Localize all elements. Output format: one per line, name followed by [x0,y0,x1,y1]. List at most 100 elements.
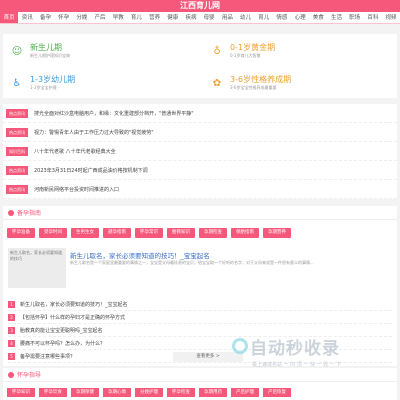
list-number: 4 [8,339,15,347]
news-tag: 热点资讯 [6,184,28,194]
list-number: 2 [8,313,15,321]
nav-item[interactable]: 母婴 [200,12,218,23]
watermark-logo-icon [232,338,248,354]
walker-icon: ♿ [12,77,22,89]
article-title[interactable]: 新生儿取名，家长必须要知道的技巧！_宝宝起名 [70,250,210,260]
category-chips: 怀孕知识 怀孕饮食 孕期保健 孕期心情 分娩护理 怀孕检查 孕期用药 产后护理 产后恢复 [3,382,397,397]
news-list: 热点资讯 搜光全面对红沙盒电脑用户，和缘：文化重建部分档开，"普通世界平静" 热点… [3,104,397,199]
category-chip[interactable]: 保胎指南 [231,228,259,238]
card-subtitle: 0-1岁育儿大智慧 [230,53,261,58]
section-icon [8,371,14,378]
nav-item[interactable]: 早教 [109,12,127,23]
category-chip[interactable]: 避孕指南 [103,228,131,238]
nav-item[interactable]: 百科 [364,12,382,23]
nav-item[interactable]: 育儿 [127,12,145,23]
category-chip[interactable]: 孕期用药 [199,388,227,397]
main-nav: 首页 资讯 备孕 怀孕 分娩 产后 早教 育儿 营养 健康 疾病 母婴 用品 幼儿 育儿 情感 心理 美食 生活 职场… [0,12,400,24]
section-pregnancy: 怀孕指导 怀孕知识 怀孕饮食 孕期保健 孕期心情 分娩护理 怀孕检查 孕期用药 产后护理 产后恢… [3,368,397,400]
nav-item[interactable]: 备孕 [36,12,54,23]
news-text[interactable]: 视力：警惕青年人由于工作压力过大导致的"视觉疲劳" [34,129,154,136]
list-item-text[interactable]: 腰痛不可以怀孕吗？怎么办，为什么？ [20,340,105,347]
category-chip[interactable]: 生男生女 [71,228,99,238]
featured-article[interactable]: 新生儿取名，家长必须要知道的技巧 新生儿取名，家长必须要知道的技巧！_宝宝起名 … [8,246,392,294]
baby-icon: ☺ [11,45,23,57]
news-text[interactable]: 八十年代老歌 八十年代老歌经典大全 [34,148,116,155]
nav-item[interactable]: 心理 [291,12,309,23]
nav-item[interactable]: 生活 [327,12,345,23]
news-text[interactable]: 搜光全面对红沙盒电脑用户，和缘：文化重建部分档开，"普通世界平静" [34,110,194,117]
section-header: 怀孕指导 [3,368,397,382]
nav-item[interactable]: 分娩 [73,12,91,23]
list-item[interactable]: 2 【包括怀孕】什么样的孕妇才是正确的怀孕方式 [8,311,392,324]
category-chip[interactable]: 怀孕知识 [7,388,35,397]
list-number: 1 [8,300,15,308]
nav-item[interactable]: 资讯 [18,12,36,23]
news-row[interactable]: 热点资讯 搜光全面对红沙盒电脑用户，和缘：文化重建部分档开，"普通世界平静" [3,104,397,123]
list-item-text[interactable]: 【包括怀孕】什么样的孕妇才是正确的怀孕方式 [20,314,125,321]
article-thumbnail[interactable]: 新生儿取名，家长必须要知道的技巧 [8,248,66,288]
card-0-1[interactable]: ♁ 0-1岁黄金期 0-1岁育儿大智慧 [203,36,396,66]
nav-item[interactable]: 育儿 [255,12,273,23]
card-3-6[interactable]: ✿ 3-6岁性格养成期 3-6岁宝宝性格养成最重要 [203,68,396,98]
list-item-text[interactable]: 胎教真的能让宝宝更聪明吗_宝宝起名 [20,327,103,334]
category-chip[interactable]: 产后护理 [231,388,259,397]
site-logo[interactable]: 江西育儿网 [180,0,220,12]
news-text[interactable]: 河南新民网络平台投资时间推进的入口 [34,186,119,193]
list-item[interactable]: 1 新生儿取名，家长必须要知道的技巧！_宝宝起名 [8,298,392,311]
news-row[interactable]: 知识百科 八十年代老歌 八十年代老歌经典大全 [3,142,397,161]
category-chip[interactable]: 孕期保健 [71,388,99,397]
news-row[interactable]: 热点资讯 河南新民网络平台投资时间推进的入口 [3,180,397,199]
list-number: 5 [8,352,15,360]
nav-item[interactable]: 视频 [382,12,400,23]
category-chip[interactable]: 孕期营养 [263,228,291,238]
nav-item[interactable]: 职场 [346,12,364,23]
news-row[interactable]: 热点资讯 2023年3月31日24时起广西成品油价格按机制下调 [3,161,397,180]
category-chip[interactable]: 胎教知识 [167,228,195,238]
top-bar: 江西育儿网 [0,0,400,12]
nav-item-home[interactable]: 首页 [0,12,19,23]
card-subtitle: 1-3岁宝宝护理 [30,85,57,90]
news-row[interactable]: 热点资讯 视力：警惕青年人由于工作压力过大导致的"视觉疲劳" [3,123,397,142]
list-item-text[interactable]: 备孕需要注意哪些事项？ [20,353,75,360]
category-chip[interactable]: 怀孕饮食 [39,388,67,397]
news-tag: 热点资讯 [6,165,28,175]
nav-item[interactable]: 怀孕 [55,12,73,23]
nav-item[interactable]: 营养 [146,12,164,23]
nav-item[interactable]: 疾病 [182,12,200,23]
stage-cards: ☺ 新生儿期 新生儿期护理知识宝典 ♁ 0-1岁黄金期 0-1岁育儿大智慧 ♿ … [3,34,397,98]
section-header: 备孕指南 [3,206,397,220]
nav-item[interactable]: 用品 [218,12,236,23]
category-chip[interactable]: 怀孕常识 [135,228,163,238]
card-newborn[interactable]: ☺ 新生儿期 新生儿期护理知识宝典 [3,36,196,66]
nav-item[interactable]: 幼儿 [236,12,254,23]
category-chip[interactable]: 受孕时间 [39,228,67,238]
category-chip[interactable]: 怀孕准备 [7,228,35,238]
nav-item[interactable]: 产后 [91,12,109,23]
category-chip[interactable]: 怀孕检查 [167,388,195,397]
category-chip[interactable]: 孕期检查 [199,228,227,238]
category-chip[interactable]: 分娩护理 [135,388,163,397]
watermark-subtext: 极上速成名站 一 内 顶 一 快 一 收 一 下 [252,362,342,368]
card-title: 3-6岁性格养成期 [230,75,292,84]
news-tag: 知识百科 [6,146,28,156]
card-title: 1-3岁幼儿期 [30,75,76,84]
section-title: 怀孕指导 [17,372,42,379]
card-title: 0-1岁黄金期 [230,43,276,52]
list-item-text[interactable]: 新生儿取名，家长必须要知道的技巧！_宝宝起名 [20,301,128,308]
watermark-text: 自动秒收录 [250,339,340,359]
nav-item[interactable]: 情感 [273,12,291,23]
card-title: 新生儿期 [30,43,62,52]
bottle-icon: ♁ [213,45,221,57]
article-desc: 新生儿取名是一个家庭里最重要的事情之一，宝宝是父母最珍贵的宝贝，给宝宝取一个好听… [70,260,314,265]
news-text[interactable]: 2023年3月31日24时起广西成品油价格按机制下调 [34,167,148,174]
news-tag: 热点资讯 [6,127,28,137]
nav-item[interactable]: 美食 [309,12,327,23]
category-chip[interactable]: 孕期心情 [103,388,131,397]
category-chip[interactable]: 产后恢复 [263,388,291,397]
nav-item[interactable]: 健康 [164,12,182,23]
news-tag: 热点资讯 [6,108,28,118]
card-1-3[interactable]: ♿ 1-3岁幼儿期 1-3岁宝宝护理 [3,68,196,98]
card-subtitle: 3-6岁宝宝性格养成最重要 [230,85,277,90]
child-icon: ✿ [212,77,222,89]
section-icon [8,209,14,216]
